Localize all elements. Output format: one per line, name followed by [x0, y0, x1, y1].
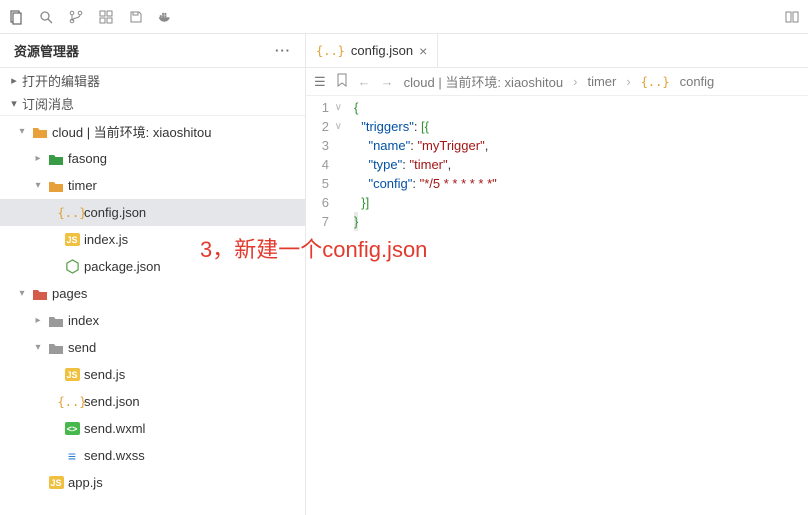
chevron-right-icon: ›: [626, 74, 630, 89]
layout-icon[interactable]: [784, 9, 800, 25]
tree-node-label: send.wxml: [84, 421, 145, 436]
tree-node-label: send: [68, 340, 96, 355]
braces-icon: {..}: [64, 394, 80, 410]
twist-icon: ▾: [32, 342, 44, 353]
breadcrumb-item[interactable]: config: [680, 74, 715, 89]
folder-icon: [48, 151, 64, 167]
tree-node-label: index: [68, 313, 99, 328]
editor-area: {..} config.json × ☰ ← → cloud | 当前环境: x…: [306, 34, 808, 515]
list-icon[interactable]: ☰: [314, 74, 326, 90]
tree-node[interactable]: <> send.wxml: [0, 415, 305, 442]
twist-icon: ▾: [16, 126, 28, 137]
tree-node[interactable]: ≡ send.wxss: [0, 442, 305, 469]
tree-node-label: send.json: [84, 394, 140, 409]
tree-node-label: timer: [68, 178, 97, 193]
files-icon[interactable]: [8, 9, 24, 25]
tree-node-label: send.wxss: [84, 448, 145, 463]
tree-node[interactable]: ▸ index: [0, 307, 305, 334]
twist-icon: ▸: [32, 153, 44, 164]
tree-node[interactable]: ▾ pages: [0, 280, 305, 307]
js-icon: JS: [48, 475, 64, 491]
wxss-icon: ≡: [64, 448, 80, 464]
tree-node-label: index.js: [84, 232, 128, 247]
close-icon[interactable]: ×: [419, 44, 427, 58]
js-icon: JS: [64, 367, 80, 383]
section-subscribed[interactable]: ▾ 订阅消息: [0, 92, 305, 116]
section-label: 订阅消息: [22, 94, 74, 113]
folder-icon: [48, 340, 64, 356]
breadcrumb-item[interactable]: cloud | 当前环境: xiaoshitou: [404, 72, 563, 91]
extensions-icon[interactable]: [98, 9, 114, 25]
tree-node[interactable]: {..} config.json: [0, 199, 305, 226]
tree-node[interactable]: {..} send.json: [0, 388, 305, 415]
section-label: 打开的编辑器: [22, 71, 100, 90]
twist-icon: ▾: [32, 180, 44, 191]
code-source[interactable]: { "triggers": [{ "name": "myTrigger", "t…: [350, 96, 808, 515]
file-tree: ▾ cloud | 当前环境: xiaoshitou ▸ fasong ▾ timer {.…: [0, 116, 305, 515]
twist-icon: ▾: [16, 288, 28, 299]
chevron-right-icon: ▸: [8, 74, 20, 87]
sidebar: 资源管理器 ··· ▸ 打开的编辑器 ▾ 订阅消息 ▾ cloud | 当前环境:…: [0, 34, 306, 515]
braces-icon: {..}: [641, 75, 670, 89]
tree-node[interactable]: JS index.js: [0, 226, 305, 253]
node-icon: [64, 259, 80, 275]
gutter: 1∨2∨34567: [306, 96, 350, 515]
tree-node-label: cloud | 当前环境: xiaoshitou: [52, 122, 211, 141]
tree-node-label: fasong: [68, 151, 107, 166]
braces-icon: {..}: [316, 44, 345, 58]
tree-node[interactable]: ▾ send: [0, 334, 305, 361]
toolbar: [0, 0, 808, 34]
tree-node-label: config.json: [84, 205, 146, 220]
sidebar-title: 资源管理器: [14, 41, 79, 60]
tree-node-label: package.json: [84, 259, 161, 274]
tree-node[interactable]: JS send.js: [0, 361, 305, 388]
wxml-icon: <>: [64, 421, 80, 437]
braces-icon: {..}: [64, 205, 80, 221]
tab-bar: {..} config.json ×: [306, 34, 808, 68]
tree-node[interactable]: ▾ timer: [0, 172, 305, 199]
tab-label: config.json: [351, 43, 413, 58]
sidebar-title-row: 资源管理器 ···: [0, 34, 305, 68]
bookmark-icon[interactable]: [336, 73, 348, 90]
tree-node[interactable]: ▸ fasong: [0, 145, 305, 172]
tree-node-label: pages: [52, 286, 87, 301]
nav-back-icon[interactable]: ←: [358, 74, 371, 89]
js-icon: JS: [64, 232, 80, 248]
chevron-down-icon: ▾: [8, 97, 20, 110]
branch-icon[interactable]: [68, 9, 84, 25]
tree-node[interactable]: package.json: [0, 253, 305, 280]
nav-forward-icon[interactable]: →: [381, 74, 394, 89]
tree-node[interactable]: ▾ cloud | 当前环境: xiaoshitou: [0, 118, 305, 145]
folder-icon: [48, 178, 64, 194]
docker-icon[interactable]: [158, 9, 174, 25]
chevron-right-icon: ›: [573, 74, 577, 89]
section-open-editors[interactable]: ▸ 打开的编辑器: [0, 68, 305, 92]
tree-node[interactable]: JS app.js: [0, 469, 305, 496]
tree-node-label: send.js: [84, 367, 125, 382]
tab-config-json[interactable]: {..} config.json ×: [306, 34, 438, 67]
breadcrumb-bar: ☰ ← → cloud | 当前环境: xiaoshitou › timer ›…: [306, 68, 808, 96]
folder-icon: [32, 124, 48, 140]
folder-icon: [48, 313, 64, 329]
save-icon[interactable]: [128, 9, 144, 25]
tree-node-label: app.js: [68, 475, 103, 490]
more-icon[interactable]: ···: [275, 43, 291, 58]
code-editor[interactable]: 1∨2∨34567 { "triggers": [{ "name": "myTr…: [306, 96, 808, 515]
twist-icon: ▸: [32, 315, 44, 326]
breadcrumb-item[interactable]: timer: [587, 74, 616, 89]
folder-icon: [32, 286, 48, 302]
search-icon[interactable]: [38, 9, 54, 25]
